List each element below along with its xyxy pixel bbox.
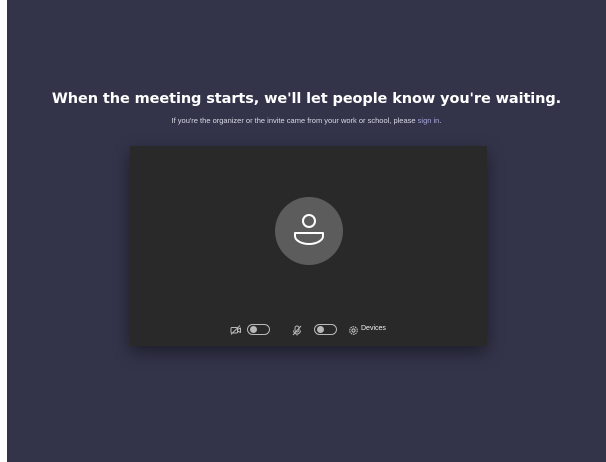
organizer-signin-hint: If you're the organizer or the invite ca…: [7, 116, 606, 125]
mic-off-icon: [292, 325, 302, 336]
sign-in-link[interactable]: sign in: [418, 116, 440, 125]
camera-toggle-knob: [250, 326, 257, 333]
camera-toggle[interactable]: [247, 324, 270, 335]
microphone-toggle[interactable]: [314, 324, 337, 335]
teams-prejoin-screen: When the meeting starts, we'll let peopl…: [7, 0, 606, 462]
video-preview: Devices: [130, 146, 487, 346]
gear-icon[interactable]: [348, 325, 359, 336]
signin-hint-period: .: [439, 116, 442, 125]
camera-off-icon: [230, 325, 241, 335]
waiting-headline: When the meeting starts, we'll let peopl…: [51, 91, 562, 107]
avatar: [275, 197, 343, 265]
preview-controls: Devices: [130, 322, 487, 338]
person-icon: [294, 214, 324, 245]
signin-hint-text: If you're the organizer or the invite ca…: [171, 116, 416, 125]
devices-button[interactable]: Devices: [361, 325, 386, 332]
microphone-toggle-knob: [317, 326, 324, 333]
